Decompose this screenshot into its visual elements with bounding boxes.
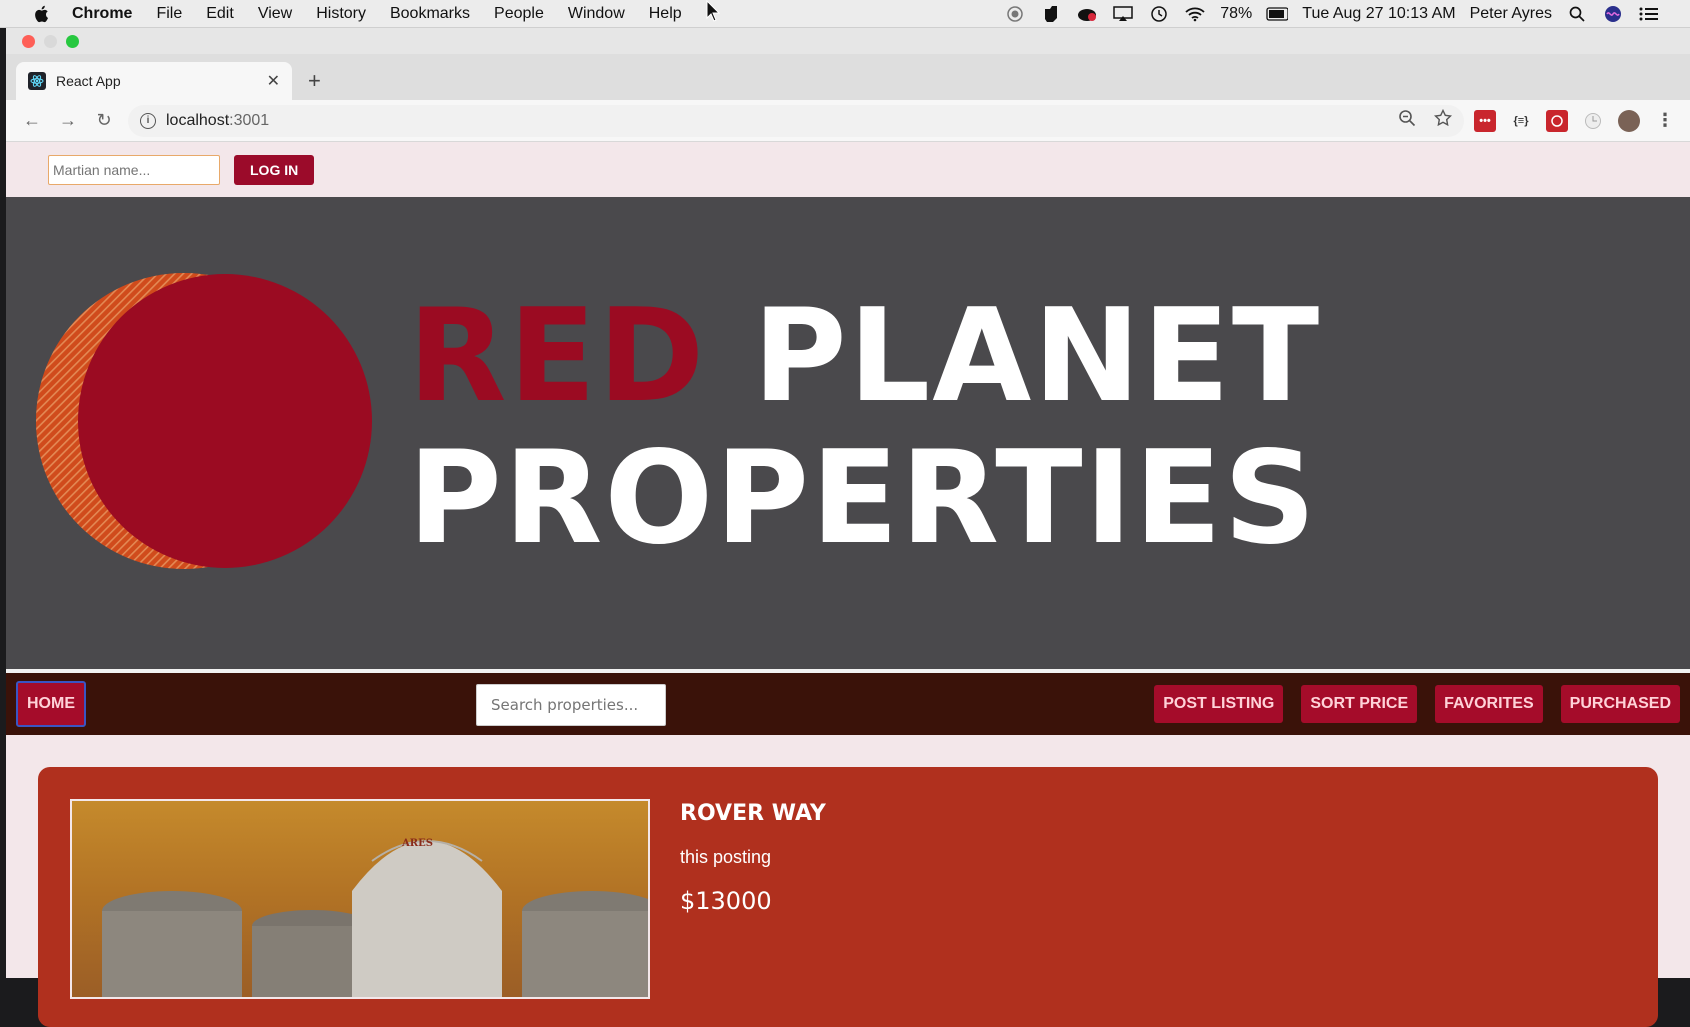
- menu-help[interactable]: Help: [649, 5, 682, 23]
- menu-file[interactable]: File: [156, 5, 182, 23]
- url-host: localhost: [166, 111, 230, 129]
- chrome-menu-icon[interactable]: ⋮: [1654, 110, 1676, 132]
- site-info-icon[interactable]: i: [140, 112, 156, 129]
- red-planet-logo-icon: [36, 273, 372, 569]
- reload-icon[interactable]: ↻: [86, 110, 122, 131]
- menu-bookmarks[interactable]: Bookmarks: [390, 5, 470, 23]
- json-extension-icon[interactable]: {≡}: [1510, 110, 1532, 132]
- forward-arrow-icon[interactable]: →: [50, 110, 86, 131]
- menu-history[interactable]: History: [316, 5, 366, 23]
- home-button[interactable]: HOME: [16, 681, 86, 727]
- menu-window[interactable]: Window: [568, 5, 625, 23]
- clock[interactable]: Tue Aug 27 10:13 AM: [1302, 5, 1455, 23]
- menu-edit[interactable]: Edit: [206, 5, 234, 23]
- main-nav: HOME POST LISTING SORT PRICE FAVORITES P…: [6, 673, 1690, 735]
- listing-image[interactable]: ARES: [70, 799, 650, 999]
- window-titlebar: [6, 28, 1690, 54]
- timer-extension-icon[interactable]: [1582, 110, 1604, 132]
- listing-title: ROVER WAY: [680, 801, 826, 826]
- habitat-label: ARES: [401, 838, 433, 849]
- hero-word-properties: PROPERTIES: [408, 424, 1318, 573]
- sort-price-button[interactable]: SORT PRICE: [1301, 685, 1418, 723]
- menu-view[interactable]: View: [258, 5, 292, 23]
- airplay-icon[interactable]: [1112, 5, 1134, 23]
- tab-strip: React App ✕ +: [6, 54, 1690, 100]
- lastpass-extension-icon[interactable]: •••: [1474, 109, 1496, 132]
- listing-card[interactable]: ARES ROVER WAY this posting $13000: [38, 767, 1658, 1027]
- time-machine-icon[interactable]: [1148, 5, 1170, 23]
- web-page: LOG IN RED PLANET PROPERTIES HOME POST L…: [6, 143, 1690, 1027]
- martian-name-input[interactable]: [48, 155, 220, 185]
- close-window-button[interactable]: [22, 34, 35, 48]
- browser-tab[interactable]: React App ✕: [16, 62, 292, 100]
- wifi-icon[interactable]: [1184, 5, 1206, 23]
- spotlight-search-icon[interactable]: [1566, 5, 1588, 23]
- listing-description: this posting: [680, 847, 772, 867]
- apple-icon[interactable]: [30, 5, 52, 23]
- react-devtools-extension-icon[interactable]: [1546, 109, 1568, 132]
- listing-price: $13000: [680, 887, 772, 915]
- siri-icon[interactable]: [1602, 5, 1624, 23]
- url-port: :3001: [229, 111, 270, 129]
- hero-word-red: RED: [408, 282, 707, 431]
- bookmark-star-icon[interactable]: [1433, 108, 1453, 132]
- address-bar[interactable]: i localhost:3001: [128, 104, 1464, 137]
- listings-area: ARES ROVER WAY this posting $13000: [6, 735, 1690, 1027]
- new-tab-icon[interactable]: +: [308, 68, 321, 94]
- zoom-icon[interactable]: [1398, 109, 1416, 132]
- hero-title-line-1: RED PLANET: [408, 293, 1321, 421]
- hero-banner: RED PLANET PROPERTIES: [6, 197, 1690, 673]
- profile-avatar[interactable]: [1618, 109, 1640, 132]
- creative-cloud-icon[interactable]: [1076, 5, 1098, 23]
- log-in-button[interactable]: LOG IN: [234, 155, 315, 185]
- mac-menubar: Chrome File Edit View History Bookmarks …: [0, 0, 1690, 28]
- url-text: localhost:3001: [166, 112, 269, 130]
- react-logo-icon: [28, 72, 46, 90]
- menu-people[interactable]: People: [494, 5, 544, 23]
- battery-icon[interactable]: [1266, 5, 1289, 23]
- mouse-cursor-icon: [706, 0, 720, 22]
- user-name[interactable]: Peter Ayres: [1470, 5, 1552, 23]
- purchased-button[interactable]: PURCHASED: [1560, 685, 1680, 723]
- hero-word-planet: PLANET: [752, 282, 1322, 431]
- notification-center-icon[interactable]: [1638, 5, 1660, 23]
- post-listing-button[interactable]: POST LISTING: [1154, 685, 1284, 723]
- evernote-icon[interactable]: [1040, 5, 1062, 23]
- zoom-window-button[interactable]: [66, 34, 79, 48]
- search-properties-input[interactable]: [476, 684, 666, 726]
- nav-actions: POST LISTING SORT PRICE FAVORITES PURCHA…: [1154, 685, 1680, 723]
- record-icon[interactable]: [1004, 5, 1026, 23]
- back-arrow-icon[interactable]: ←: [14, 110, 50, 131]
- tab-title: React App: [56, 73, 121, 89]
- browser-toolbar: ← → ↻ i localhost:3001 ••• {≡} ⋮: [6, 100, 1690, 142]
- minimize-window-button[interactable]: [44, 34, 57, 48]
- favorites-button[interactable]: FAVORITES: [1435, 685, 1543, 723]
- close-tab-icon[interactable]: ✕: [267, 71, 280, 91]
- mars-habitat-illustration: ARES: [102, 838, 648, 997]
- battery-percent: 78%: [1220, 4, 1253, 22]
- menu-app-name[interactable]: Chrome: [72, 5, 132, 23]
- login-bar: LOG IN: [6, 143, 1690, 197]
